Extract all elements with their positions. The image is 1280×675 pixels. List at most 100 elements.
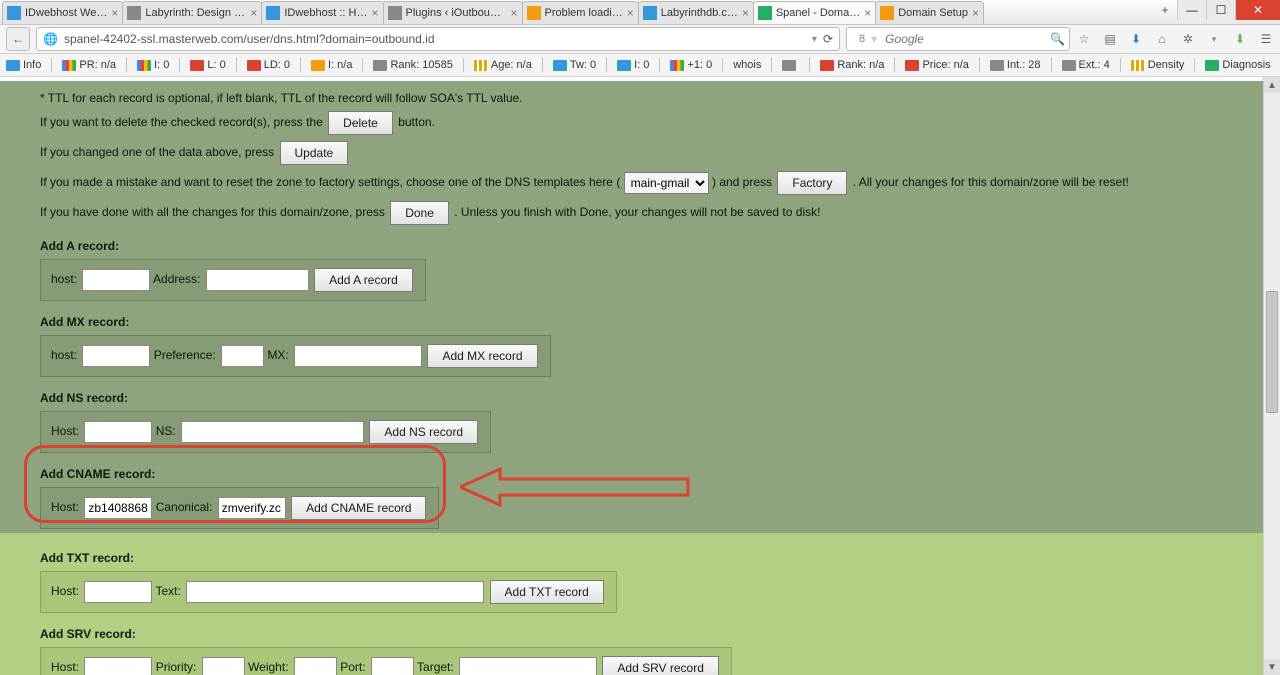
add-cname-button[interactable]: Add CNAME record: [291, 496, 426, 520]
srv-target-input[interactable]: [459, 657, 597, 675]
bookmark-star-icon[interactable]: ☆: [1076, 32, 1092, 46]
window-maximize-button[interactable]: ☐: [1206, 0, 1235, 20]
toolbar-metric[interactable]: +1: 0: [668, 59, 714, 71]
new-tab-button[interactable]: +: [1153, 0, 1177, 20]
toolbar-metric[interactable]: Tw: 0: [551, 59, 598, 71]
idm-icon[interactable]: ⬇: [1232, 32, 1248, 46]
browser-tab[interactable]: IDwebhost We…×: [2, 1, 123, 24]
url-input[interactable]: 🌐 spanel-42402-ssl.masterweb.com/user/dn…: [36, 27, 840, 51]
tab-close-icon[interactable]: ×: [972, 6, 979, 20]
mx-host-input[interactable]: [82, 345, 150, 367]
toolbar-metric[interactable]: whois: [731, 59, 763, 71]
a-address-input[interactable]: [206, 269, 309, 291]
window-close-button[interactable]: ✕: [1235, 0, 1280, 20]
mx-pref-input[interactable]: [221, 345, 264, 367]
ns-host-input[interactable]: [84, 421, 152, 443]
reload-icon[interactable]: ⟳: [823, 32, 833, 46]
toolbar-metric[interactable]: Ext.: 4: [1060, 59, 1112, 71]
browser-tab[interactable]: Spanel - Doma…×: [753, 1, 876, 24]
done-button[interactable]: Done: [390, 201, 449, 225]
add-a-button[interactable]: Add A record: [314, 268, 413, 292]
toolbar-metric[interactable]: I: n/a: [309, 59, 354, 71]
tab-favicon-icon: [758, 6, 772, 20]
nav-back-button[interactable]: ←: [6, 27, 30, 51]
txt-text-input[interactable]: [186, 581, 484, 603]
tab-close-icon[interactable]: ×: [111, 6, 118, 20]
tab-close-icon[interactable]: ×: [627, 6, 634, 20]
scroll-track[interactable]: [1264, 93, 1280, 659]
vertical-scrollbar[interactable]: ▲ ▼: [1263, 77, 1280, 675]
download-icon[interactable]: ⬇: [1128, 32, 1144, 46]
ns-ns-input[interactable]: [181, 421, 364, 443]
scroll-down-icon[interactable]: ▼: [1264, 659, 1280, 675]
factory-button[interactable]: Factory: [777, 171, 847, 195]
add-txt-button[interactable]: Add TXT record: [490, 580, 604, 604]
toolbar-metric[interactable]: Int.: 28: [988, 59, 1043, 71]
browser-tab[interactable]: Plugins ‹ iOutboun…×: [383, 1, 523, 24]
add-ns-button[interactable]: Add NS record: [369, 420, 478, 444]
update-button[interactable]: Update: [280, 141, 349, 165]
txt-host-input[interactable]: [84, 581, 152, 603]
delete-button[interactable]: Delete: [328, 111, 393, 135]
add-srv-heading: Add SRV record:: [40, 627, 1264, 641]
tab-close-icon[interactable]: ×: [510, 6, 517, 20]
add-mx-button[interactable]: Add MX record: [427, 344, 537, 368]
metric-icon: [990, 60, 1004, 71]
window-minimize-button[interactable]: —: [1177, 0, 1206, 20]
toolbar-metric[interactable]: [780, 60, 801, 71]
tab-close-icon[interactable]: ×: [742, 6, 749, 20]
toolbar-metric[interactable]: Rank: 10585: [371, 59, 454, 71]
add-srv-button[interactable]: Add SRV record: [602, 656, 719, 675]
browser-tab[interactable]: Problem loadi…×: [522, 1, 639, 24]
toolbar-metric[interactable]: L: 0: [188, 59, 227, 71]
tab-close-icon[interactable]: ×: [250, 6, 257, 20]
toolbar-metric[interactable]: Price: n/a: [903, 59, 970, 71]
a-host-input[interactable]: [82, 269, 150, 291]
scroll-up-icon[interactable]: ▲: [1264, 77, 1280, 93]
cname-host-input[interactable]: [84, 497, 152, 519]
window-titlebar: IDwebhost We…×Labyrinth: Design a…×IDweb…: [0, 0, 1280, 25]
toolbar-metric[interactable]: Age: n/a: [472, 59, 534, 71]
browser-tab[interactable]: Domain Setup×: [875, 1, 984, 24]
toolbar-metric[interactable]: I: 0: [615, 59, 651, 71]
srv-host-input[interactable]: [84, 657, 152, 675]
add-mx-heading: Add MX record:: [40, 315, 1264, 329]
toolbar-metric[interactable]: PR: n/a: [60, 59, 118, 71]
metric-label: I: 0: [154, 59, 169, 71]
done-instruction: If you have done with all the changes fo…: [40, 201, 1264, 225]
search-submit-icon[interactable]: 🔍: [1050, 32, 1065, 46]
cname-canonical-input[interactable]: [218, 497, 286, 519]
toolbar-metric[interactable]: I: 0: [135, 59, 171, 71]
home-icon[interactable]: ⌂: [1154, 32, 1170, 46]
srv-priority-input[interactable]: [202, 657, 245, 675]
mx-mx-input[interactable]: [294, 345, 422, 367]
url-history-dropdown[interactable]: ▾: [812, 34, 817, 45]
srv-port-input[interactable]: [371, 657, 414, 675]
ttl-note: * TTL for each record is optional, if le…: [40, 91, 1264, 105]
srv-weight-input[interactable]: [294, 657, 337, 675]
metric-icon: [670, 60, 684, 71]
tab-close-icon[interactable]: ×: [371, 6, 378, 20]
browser-tab[interactable]: IDwebhost :: H…×: [261, 1, 383, 24]
toolbar-metric[interactable]: LD: 0: [245, 59, 292, 71]
dns-template-select[interactable]: main-gmail: [624, 172, 709, 194]
search-engine-indicator: 8: [859, 33, 865, 45]
browser-tab[interactable]: Labyrinthdb.c…×: [638, 1, 754, 24]
toolbar-metric[interactable]: Density: [1129, 59, 1187, 71]
browser-tab[interactable]: Labyrinth: Design a…×: [122, 1, 262, 24]
add-cname-form: Host: Canonical: Add CNAME record: [40, 487, 439, 529]
toolbar-metric[interactable]: Diagnosis: [1203, 59, 1272, 71]
toolbar-metric[interactable]: Rank: n/a: [818, 59, 886, 71]
menu-icon[interactable]: ☰: [1258, 32, 1274, 46]
addons-icon[interactable]: ✲: [1180, 32, 1196, 46]
metric-icon: [247, 60, 261, 71]
search-input[interactable]: [883, 31, 1044, 47]
dns-lower-section: Add TXT record: Host: Text: Add TXT reco…: [0, 533, 1264, 675]
metric-icon: [1205, 60, 1219, 71]
reader-icon[interactable]: ▤: [1102, 32, 1118, 46]
search-box[interactable]: 8 ▾ 🔍: [846, 27, 1070, 51]
tab-close-icon[interactable]: ×: [864, 6, 871, 20]
url-text[interactable]: spanel-42402-ssl.masterweb.com/user/dns.…: [64, 32, 806, 46]
scroll-thumb[interactable]: [1266, 291, 1278, 413]
toolbar-metric[interactable]: Info: [4, 59, 43, 71]
